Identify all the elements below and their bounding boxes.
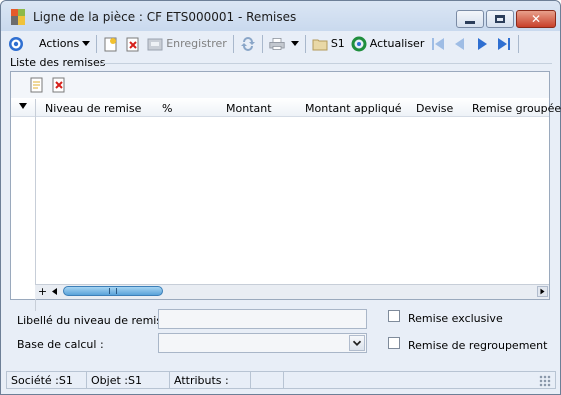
remise-regroupement-label: Remise de regroupement (408, 339, 548, 352)
grid-header: Niveau de remise % Montant Montant appli… (11, 99, 561, 311)
combo-dropdown-button[interactable] (349, 335, 365, 351)
last-record-button[interactable] (493, 33, 515, 55)
horizontal-scrollbar-thumb[interactable] (63, 286, 163, 296)
column-header-niveau[interactable]: Niveau de remise (45, 102, 141, 115)
resize-grip[interactable] (539, 375, 551, 387)
sync-icon (240, 36, 255, 51)
status-bar: Société :S1 Objet :S1 Attributs : (6, 371, 556, 389)
maximize-icon (495, 15, 505, 23)
close-button[interactable]: ✕ (516, 10, 556, 28)
title-bar[interactable]: Ligne de la pièce : CF ETS000001 - Remis… (1, 1, 560, 31)
column-header-remise-groupee[interactable]: Remise groupée (472, 102, 561, 115)
remises-window: Ligne de la pièce : CF ETS000001 - Remis… (0, 0, 561, 395)
delete-record-button[interactable] (122, 33, 144, 55)
first-icon (432, 37, 445, 50)
base-calcul-label: Base de calcul : (17, 338, 104, 351)
status-objet: Objet :S1 (87, 371, 170, 389)
row-header-divider (35, 99, 36, 311)
section-title: Liste des remises (10, 56, 106, 69)
toolbar-separator (96, 34, 98, 53)
add-row-icon[interactable] (29, 77, 45, 93)
close-icon: ✕ (530, 12, 542, 26)
section-divider (99, 63, 552, 64)
previous-record-button[interactable] (449, 33, 471, 55)
folder-icon (312, 39, 328, 50)
scroll-right-icon[interactable] (537, 286, 548, 297)
status-empty-2 (284, 371, 556, 389)
target-icon (9, 36, 23, 51)
minimize-button[interactable] (456, 10, 484, 28)
toolbar-separator (518, 34, 520, 53)
grid-toolbar (11, 72, 549, 98)
remise-exclusive-label: Remise exclusive (408, 312, 503, 325)
actions-menu-button[interactable]: Actions (33, 33, 93, 55)
base-calcul-select[interactable] (158, 333, 367, 353)
refresh-button[interactable]: Actualiser (348, 33, 428, 55)
save-button[interactable]: Enregistrer (144, 33, 230, 55)
status-societe: Société :S1 (6, 371, 87, 389)
libelle-label: Libellé du niveau de remise : (17, 314, 177, 327)
column-header-montant-applique[interactable]: Montant appliqué (305, 102, 402, 115)
remises-grid[interactable]: Niveau de remise % Montant Montant appli… (10, 71, 561, 311)
last-icon (498, 37, 511, 50)
refresh-icon (351, 36, 367, 51)
folder-s1-button[interactable]: S1 (309, 33, 348, 55)
scroll-left-icon[interactable] (49, 286, 60, 297)
remise-regroupement-checkbox[interactable] (388, 337, 400, 349)
window-title: Ligne de la pièce : CF ETS000001 - Remis… (33, 10, 297, 24)
toolbar-separator (232, 34, 234, 53)
previous-icon (455, 37, 465, 50)
row-selector-icon[interactable] (19, 103, 27, 109)
next-icon (478, 37, 488, 50)
print-button[interactable] (266, 33, 302, 55)
maximize-button[interactable] (486, 10, 514, 28)
column-header-devise[interactable]: Devise (416, 102, 453, 115)
delete-document-icon (126, 37, 139, 51)
minimize-icon (465, 20, 475, 24)
chevron-down-icon (352, 340, 362, 346)
next-record-button[interactable] (471, 33, 493, 55)
new-record-button[interactable] (100, 33, 122, 55)
new-document-icon (104, 37, 117, 51)
first-record-button[interactable] (427, 33, 449, 55)
delete-row-icon[interactable] (51, 77, 67, 93)
chevron-down-icon (82, 41, 91, 46)
printer-icon (269, 37, 285, 50)
save-icon (147, 38, 163, 50)
grid-add-button[interactable]: + (37, 286, 48, 297)
main-toolbar: Actions Enregistrer S1 Actualiser (5, 32, 558, 55)
toolbar-separator (304, 34, 306, 53)
status-empty-1 (251, 371, 284, 389)
sync-button[interactable] (237, 33, 259, 55)
toolbar-separator (261, 34, 263, 53)
target-button[interactable] (5, 33, 27, 55)
column-header-percent[interactable]: % (162, 102, 172, 115)
remise-exclusive-checkbox[interactable] (388, 310, 400, 322)
column-header-montant[interactable]: Montant (226, 102, 272, 115)
status-attributs: Attributs : (170, 371, 251, 389)
chevron-down-icon (290, 41, 299, 46)
libelle-field[interactable] (158, 309, 367, 329)
app-icon (11, 9, 27, 25)
